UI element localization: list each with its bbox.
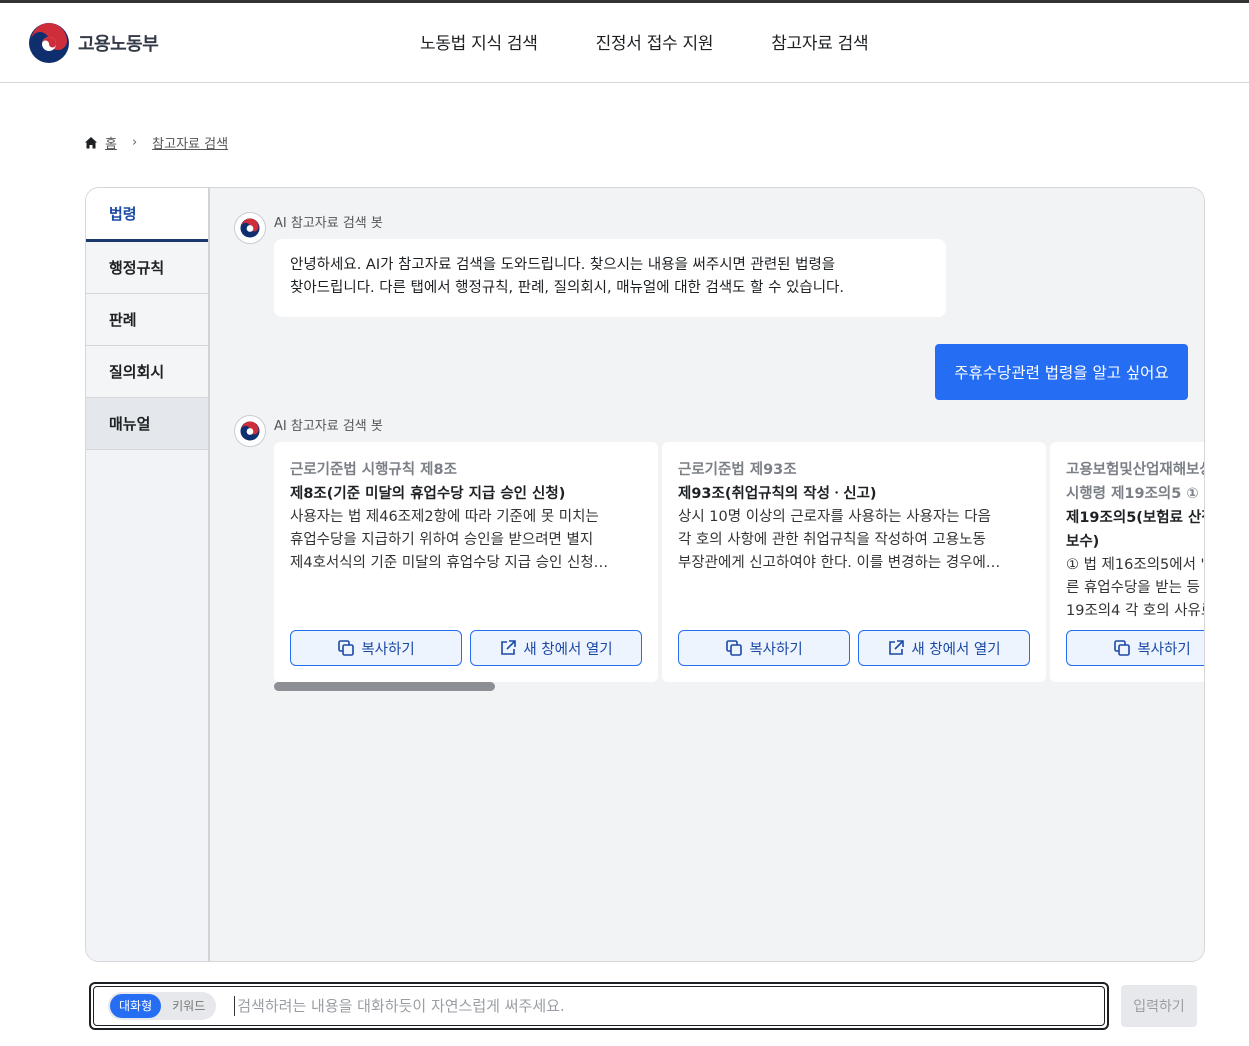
search-box: 대화형 키워드 <box>89 982 1109 1030</box>
tab-laws[interactable]: 법령 <box>86 188 208 242</box>
taegeuk-logo-icon <box>29 23 69 63</box>
bot-name: AI 참고자료 검색 봇 <box>274 215 383 231</box>
card-title: 제93조(취업규칙의 작성ㆍ신고) <box>678 486 877 502</box>
card-source: 근로기준법 시행규칙 제8조 <box>290 462 457 478</box>
card-body-line: ① 법 제16조의5에서 "대통령령으로 정하는 <box>1066 557 1204 573</box>
copy-icon <box>338 640 355 656</box>
card-body-line: 각 호의 사항에 관한 취업규칙을 작성하여 고용노동 <box>678 532 986 548</box>
search-input[interactable] <box>234 996 1104 1016</box>
card-actions: 복사하기 새 창에서 열기 <box>678 630 1030 666</box>
greeting-line: 찾아드립니다. 다른 탭에서 행정규칙, 판례, 질의회시, 매뉴얼에 대한 검… <box>290 280 844 296</box>
copy-button[interactable]: 복사하기 <box>290 630 462 666</box>
reference-panel: 법령 행정규칙 판례 질의회시 매뉴얼 AI 참고자료 검색 봇 안녕하세요. … <box>85 187 1205 962</box>
card-title: 제8조(기준 미달의 휴업수당 지급 승인 신청) <box>290 486 566 502</box>
bot-avatar <box>234 212 266 244</box>
tab-admin-rules[interactable]: 행정규칙 <box>86 242 208 294</box>
open-new-window-button[interactable]: 새 창에서 열기 <box>470 630 642 666</box>
greeting-line: 안녕하세요. AI가 참고자료 검색을 도와드립니다. 찾으시는 내용을 써주시… <box>290 257 836 273</box>
card-title: 보수) <box>1066 534 1100 550</box>
search-mode-toggle: 대화형 키워드 <box>108 992 217 1020</box>
site-header: 고용노동부 노동법 지식 검색 진정서 접수 지원 참고자료 검색 <box>0 3 1249 83</box>
submit-button[interactable]: 입력하기 <box>1121 985 1197 1027</box>
card-title: 제19조의5(보험료 산정의 특례가 적용되는 근로자의 <box>1066 510 1204 526</box>
copy-label: 복사하기 <box>361 641 415 658</box>
copy-icon <box>1114 640 1131 656</box>
taegeuk-avatar-icon <box>240 421 260 441</box>
chevron-right-icon: › <box>131 135 138 150</box>
breadcrumb: 홈 › 참고자료 검색 <box>84 133 228 152</box>
home-icon <box>85 136 97 148</box>
org-logo[interactable]: 고용노동부 <box>28 22 159 64</box>
open-new-window-button[interactable]: 새 창에서 열기 <box>858 630 1030 666</box>
card-body-line: 제4호서식의 기준 미달의 휴업수당 지급 승인 신청… <box>290 555 609 571</box>
copy-icon <box>726 640 743 656</box>
card-body: 상시 10명 이상의 근로자를 사용하는 사용자는 다음 각 호의 사항에 관한… <box>678 506 1030 575</box>
result-card: 근로기준법 시행규칙 제8조 제8조(기준 미달의 휴업수당 지급 승인 신청)… <box>274 442 658 682</box>
org-name: 고용노동부 <box>78 34 159 55</box>
bot-greeting-bubble: 안녕하세요. AI가 참고자료 검색을 도와드립니다. 찾으시는 내용을 써주시… <box>274 239 946 317</box>
external-link-icon <box>501 640 517 655</box>
breadcrumb-current[interactable]: 참고자료 검색 <box>152 133 228 152</box>
card-body-line: 상시 10명 이상의 근로자를 사용하는 사용자는 다음 <box>678 509 991 525</box>
copy-button[interactable]: 복사하기 <box>678 630 850 666</box>
chat-area[interactable]: AI 참고자료 검색 봇 안녕하세요. AI가 참고자료 검색을 도와드립니다.… <box>210 188 1204 961</box>
search-inner: 대화형 키워드 <box>93 986 1105 1026</box>
card-source: 시행령 제19조의5 ① <box>1066 486 1199 502</box>
nav-reference-search[interactable]: 참고자료 검색 <box>771 29 868 54</box>
card-source: 고용보험및산업재해보상보험의보험료징수등에관한법률 <box>1066 462 1204 478</box>
card-actions: 복사하기 새 창에서 열기 <box>290 630 642 666</box>
nav-petition-support[interactable]: 진정서 접수 지원 <box>596 29 714 54</box>
card-body-line: 사용자는 법 제46조제2항에 따라 기준에 못 미치는 <box>290 509 599 525</box>
mode-conversational[interactable]: 대화형 <box>110 994 162 1018</box>
external-link-icon <box>889 640 905 655</box>
tab-inquiry-replies[interactable]: 질의회시 <box>86 346 208 398</box>
bot-avatar <box>234 415 266 447</box>
result-card: 근로기준법 제93조 제93조(취업규칙의 작성ㆍ신고) 상시 10명 이상의 … <box>662 442 1046 682</box>
nav-labor-law-search[interactable]: 노동법 지식 검색 <box>420 29 538 54</box>
card-source: 근로기준법 제93조 <box>678 462 797 478</box>
copy-button[interactable]: 복사하기 <box>1066 630 1204 666</box>
card-body: 사용자는 법 제46조제2항에 따라 기준에 못 미치는 휴업수당을 지급하기 … <box>290 506 642 575</box>
open-label: 새 창에서 열기 <box>911 641 1001 658</box>
card-body-line: 른 휴업수당을 받는 등 대통령령으로 정하는 <box>1066 580 1204 596</box>
card-body-line: 부장관에게 신고하여야 한다. 이를 변경하는 경우에… <box>678 555 1001 571</box>
cards-scrollbar[interactable] <box>274 682 495 691</box>
breadcrumb-home[interactable]: 홈 <box>105 133 117 152</box>
result-card: 고용보험및산업재해보상보험의보험료징수등에관한법률 시행령 제19조의5 ① 제… <box>1050 442 1204 682</box>
result-cards-carousel[interactable]: 근로기준법 시행규칙 제8조 제8조(기준 미달의 휴업수당 지급 승인 신청)… <box>274 442 1204 682</box>
copy-label: 복사하기 <box>749 641 803 658</box>
taegeuk-avatar-icon <box>240 218 260 238</box>
card-actions: 복사하기 새 창에서 열기 <box>1066 630 1204 666</box>
tab-precedents[interactable]: 판례 <box>86 294 208 346</box>
copy-label: 복사하기 <box>1137 641 1191 658</box>
user-message-bubble: 주휴수당관련 법령을 알고 싶어요 <box>935 344 1188 400</box>
category-sidebar: 법령 행정규칙 판례 질의회시 매뉴얼 <box>86 188 210 961</box>
main-nav: 노동법 지식 검색 진정서 접수 지원 참고자료 검색 <box>420 29 869 54</box>
mode-keyword[interactable]: 키워드 <box>163 994 214 1018</box>
bot-name: AI 참고자료 검색 봇 <box>274 418 383 434</box>
open-label: 새 창에서 열기 <box>523 641 613 658</box>
card-body-line: 휴업수당을 지급하기 위하여 승인을 받으려면 별지 <box>290 532 594 548</box>
card-body-line: 19조의4 각 호의 사유로 인하여 <box>1066 603 1204 619</box>
card-body: ① 법 제16조의5에서 "대통령령으로 정하는 른 휴업수당을 받는 등 대통… <box>1066 554 1204 623</box>
tab-manuals[interactable]: 매뉴얼 <box>86 398 208 450</box>
